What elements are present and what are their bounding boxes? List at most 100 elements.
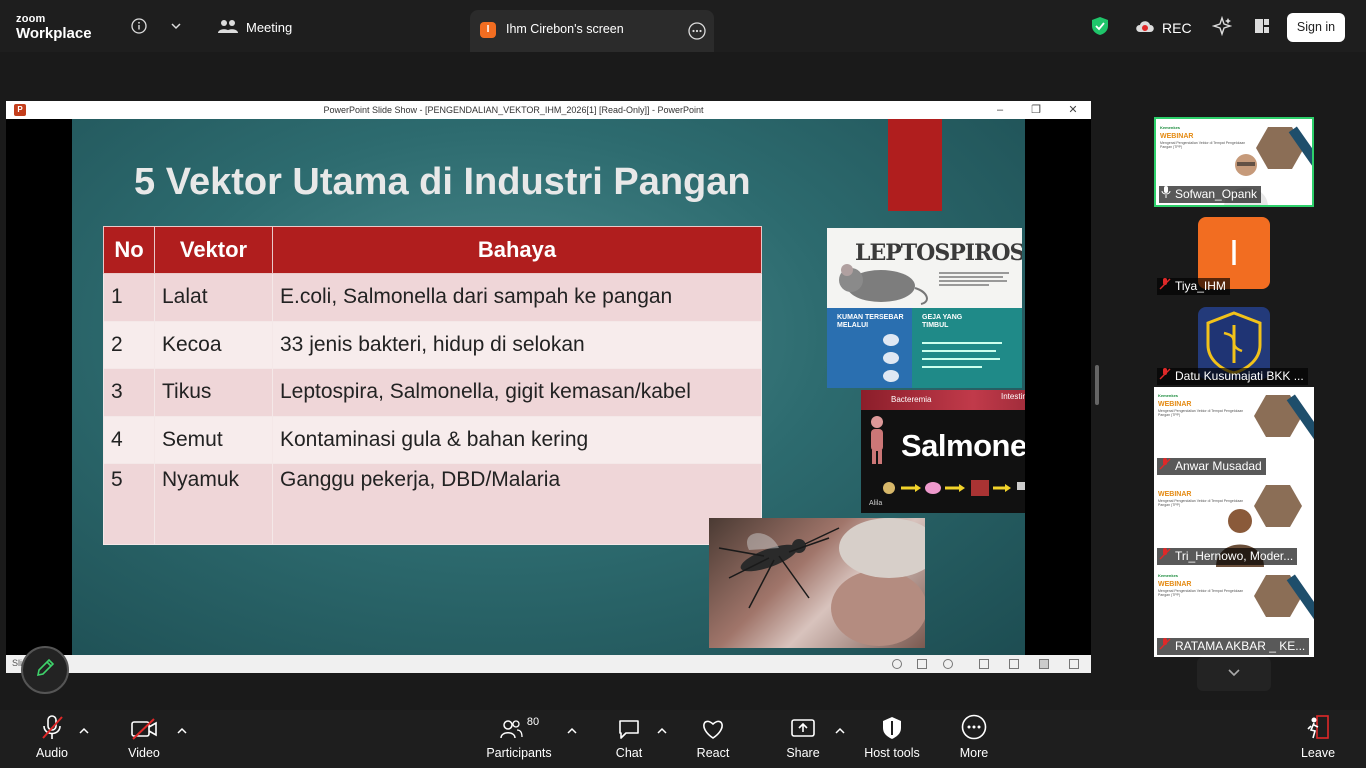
previous-slide-icon[interactable] xyxy=(892,659,902,669)
logo-line-1: zoom xyxy=(16,13,46,25)
cell-bahaya: Leptospira, Salmonella, gigit kemasan/ka… xyxy=(272,368,762,417)
info-icon[interactable] xyxy=(127,14,151,38)
record-button[interactable]: REC xyxy=(1134,19,1192,36)
react-label: React xyxy=(696,746,730,760)
cell-vektor: Nyamuk xyxy=(154,463,273,545)
participant-name: Tiya_IHM xyxy=(1175,279,1226,293)
chat-icon xyxy=(617,710,641,740)
participant-name: Tri_Hernowo, Moder... xyxy=(1175,549,1294,563)
participant-name: RATAMA AKBAR _ KE... xyxy=(1175,639,1306,653)
ai-companion-icon[interactable] xyxy=(1210,14,1234,38)
reading-view-icon[interactable] xyxy=(1039,659,1049,669)
participant-tile[interactable]: Kemenkes WEBINAR Mengenal Pengendalian V… xyxy=(1154,117,1314,207)
cell-no: 4 xyxy=(103,415,155,464)
host-tools-label: Host tools xyxy=(864,746,920,760)
webinar-org: Kemenkes xyxy=(1158,393,1179,398)
react-button[interactable]: React xyxy=(690,710,736,768)
shield-check-icon[interactable] xyxy=(1088,14,1112,38)
participants-button[interactable]: 80 Participants xyxy=(486,710,552,768)
participant-name-tag: Datu Kusumajati BKK ... xyxy=(1157,368,1308,385)
audio-options-caret[interactable] xyxy=(78,724,90,736)
webinar-subtitle: Mengenal Pengendalian Vektor di Tempat P… xyxy=(1158,589,1244,597)
muted-mic-icon xyxy=(1159,368,1171,385)
video-label: Video xyxy=(128,746,160,760)
webinar-org: Kemenkes xyxy=(1158,573,1179,578)
participant-tile[interactable]: I Tiya_IHM xyxy=(1154,207,1314,297)
more-button[interactable]: More xyxy=(950,710,998,768)
more-label: More xyxy=(959,746,989,760)
annotate-button[interactable] xyxy=(21,646,69,694)
cloud-record-icon xyxy=(1134,19,1156,36)
cell-bahaya: 33 jenis bakteri, hidup di selokan xyxy=(272,320,762,369)
host-tools-button[interactable]: Host tools xyxy=(860,710,924,768)
participant-name-tag: Tiya_IHM xyxy=(1157,278,1230,295)
share-button[interactable]: Share xyxy=(780,710,826,768)
poster-body: KUMAN TERSEBAR MELALUI GEJA YANG TIMBUL xyxy=(827,308,1022,388)
chat-options-caret[interactable] xyxy=(656,724,668,736)
slide-show-icon[interactable] xyxy=(1069,659,1079,669)
transmission-chain xyxy=(883,480,1025,496)
muted-mic-icon xyxy=(1159,548,1171,565)
participants-options-caret[interactable] xyxy=(566,724,578,736)
restore-icon[interactable]: ❐ xyxy=(1029,103,1043,117)
cell-vektor: Kecoa xyxy=(154,320,273,369)
participant-tile[interactable]: WEBINAR Mengenal Pengendalian Vektor di … xyxy=(1154,477,1314,567)
speaking-mic-icon xyxy=(1161,186,1171,203)
meeting-tab[interactable]: Meeting xyxy=(218,18,292,37)
normal-view-icon[interactable] xyxy=(979,659,989,669)
slide-sorter-icon[interactable] xyxy=(1009,659,1019,669)
cell-vektor: Tikus xyxy=(154,368,273,417)
audio-button[interactable]: Audio xyxy=(28,710,76,768)
chat-button[interactable]: Chat xyxy=(606,710,652,768)
participants-count: 80 xyxy=(526,716,540,728)
table-row: 5 Nyamuk Ganggu pekerja, DBD/Malaria xyxy=(103,463,762,545)
close-icon[interactable]: ✕ xyxy=(1066,103,1080,117)
minimize-icon[interactable]: – xyxy=(993,103,1007,117)
table-row: 2 Kecoa 33 jenis bakteri, hidup di selok… xyxy=(103,320,762,369)
salmonella-title: Salmonella xyxy=(901,428,1025,463)
participant-tile[interactable]: Datu Kusumajati BKK ... xyxy=(1154,297,1314,387)
table-header-no: No xyxy=(103,226,155,274)
poster-header: LEPTOSPIROSIS xyxy=(827,228,1022,308)
pencil-icon xyxy=(34,657,56,684)
participants-icon: 80 xyxy=(499,710,539,740)
panel-resize-handle[interactable] xyxy=(1095,365,1099,405)
video-off-icon xyxy=(130,710,158,740)
more-icon xyxy=(961,710,987,740)
mosquito-photo xyxy=(709,518,925,648)
cell-no: 2 xyxy=(103,320,155,369)
layout-icon[interactable] xyxy=(1250,14,1274,38)
cell-no: 5 xyxy=(103,463,155,545)
poster-right-panel: GEJA YANG TIMBUL xyxy=(912,308,1022,388)
salmonella-caption: Alila xyxy=(869,500,883,507)
shared-screen-title: Ihm Cirebon's screen xyxy=(506,22,624,36)
people-icon xyxy=(218,18,238,37)
meeting-label: Meeting xyxy=(246,20,293,35)
poster-desc xyxy=(939,270,1015,288)
audio-label: Audio xyxy=(36,746,68,760)
intestinal-label: Intestinal infection xyxy=(1001,392,1025,401)
more-options-icon[interactable] xyxy=(688,22,706,45)
video-button[interactable]: Video xyxy=(120,710,168,768)
video-options-caret[interactable] xyxy=(176,724,188,736)
shared-screen-tab[interactable]: I Ihm Cirebon's screen xyxy=(470,10,714,52)
sign-in-button[interactable]: Sign in xyxy=(1287,13,1345,42)
ppt-status-bar: Sli xyxy=(6,655,1091,673)
slide: 5 Vektor Utama di Industri Pangan No Vek… xyxy=(72,119,1025,655)
next-slide-icon[interactable] xyxy=(943,659,953,669)
participant-tile[interactable]: Kemenkes WEBINAR Mengenal Pengendalian V… xyxy=(1154,387,1314,477)
scroll-down-button[interactable] xyxy=(1197,657,1271,691)
right-heading: GEJA YANG TIMBUL xyxy=(922,314,963,329)
chat-label: Chat xyxy=(615,746,643,760)
cell-bahaya: E.coli, Salmonella dari sampah ke pangan xyxy=(272,273,762,322)
participant-name: Sofwan_Opank xyxy=(1175,187,1258,201)
webinar-heading: WEBINAR xyxy=(1158,491,1192,498)
chevron-down-icon[interactable] xyxy=(164,14,188,38)
slide-menu-icon[interactable] xyxy=(917,659,927,669)
participant-tile[interactable]: Kemenkes WEBINAR Mengenal Pengendalian V… xyxy=(1154,567,1314,657)
cell-no: 1 xyxy=(103,273,155,322)
cell-bahaya: Kontaminasi gula & bahan kering xyxy=(272,415,762,464)
ppt-title-bar: P PowerPoint Slide Show - [PENGENDALIAN_… xyxy=(6,101,1091,119)
share-options-caret[interactable] xyxy=(834,724,846,736)
leave-button[interactable]: Leave xyxy=(1296,710,1340,768)
